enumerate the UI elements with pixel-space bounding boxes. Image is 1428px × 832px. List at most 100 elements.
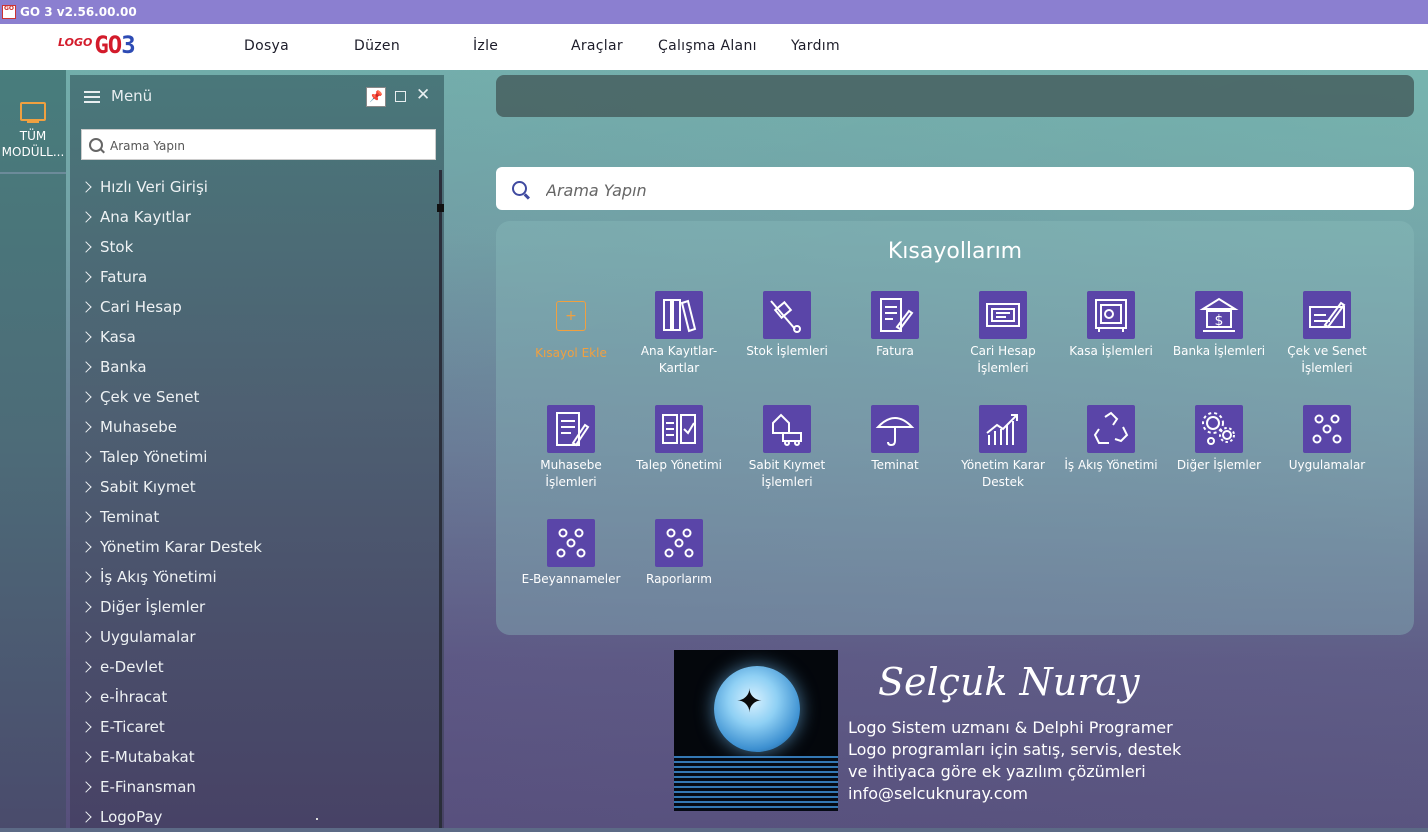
side-menu-header: Menü 📌 ✕	[84, 85, 434, 109]
pin-icon[interactable]: 📌	[366, 87, 386, 107]
chevron-right-icon	[80, 721, 92, 733]
side-menu-item[interactable]: Teminat	[80, 502, 435, 532]
growth-chart-icon	[979, 405, 1027, 453]
side-menu-item[interactable]: Muhasebe	[80, 412, 435, 442]
moon-emblem-image: ✦	[674, 650, 838, 811]
shortcut-stok[interactable]: Stok İşlemleri	[733, 291, 841, 360]
close-icon[interactable]: ✕	[416, 85, 430, 105]
plus-icon: +	[556, 301, 586, 331]
maximize-icon[interactable]	[395, 91, 406, 102]
chevron-right-icon	[80, 241, 92, 253]
chevron-right-icon	[80, 421, 92, 433]
chevron-right-icon	[80, 691, 92, 703]
shortcut-e-beyannameler[interactable]: E-Beyannameler	[517, 519, 625, 588]
chevron-right-icon	[80, 511, 92, 523]
author-line-1: Logo Sistem uzmanı & Delphi Programer	[848, 718, 1173, 737]
shortcut-ana-kayitlar[interactable]: Ana Kayıtlar-Kartlar	[625, 291, 733, 377]
chevron-right-icon	[80, 361, 92, 373]
search-icon	[512, 181, 527, 196]
svg-text:$: $	[1215, 313, 1224, 329]
chevron-right-icon	[80, 781, 92, 793]
side-menu-item[interactable]: Cari Hesap	[80, 292, 435, 322]
side-menu-item[interactable]: Ana Kayıtlar	[80, 202, 435, 232]
chevron-right-icon	[80, 331, 92, 343]
shortcut-talep[interactable]: Talep Yönetimi	[625, 405, 733, 474]
shortcuts-title: Kısayollarım	[887, 239, 1023, 264]
side-menu-list: Hızlı Veri Girişi Ana Kayıtlar Stok Fatu…	[80, 172, 435, 832]
side-menu-item[interactable]: Diğer İşlemler	[80, 592, 435, 622]
side-menu-item[interactable]: e-Devlet	[80, 652, 435, 682]
menu-dosya[interactable]: Dosya	[244, 38, 289, 54]
shortcut-fatura[interactable]: Fatura	[841, 291, 949, 360]
shortcut-is-akis[interactable]: İş Akış Yönetimi	[1057, 405, 1165, 474]
side-menu-item[interactable]: Talep Yönetimi	[80, 442, 435, 472]
add-shortcut-button[interactable]: + Kısayol Ekle	[517, 291, 625, 362]
side-menu-item[interactable]: E-Mutabakat	[80, 742, 435, 772]
menu-bar: LOGO GO3 Dosya Düzen İzle Araçlar Çalışm…	[0, 24, 1428, 71]
hamburger-icon[interactable]	[84, 91, 100, 103]
chevron-right-icon	[80, 451, 92, 463]
side-menu-item[interactable]: E-Ticaret	[80, 712, 435, 742]
shortcuts-panel: Kısayollarım + Kısayol Ekle Ana Kayıtlar…	[496, 221, 1414, 635]
search-icon	[89, 138, 103, 152]
window-title: GO 3 v2.56.00.00	[20, 5, 137, 19]
shortcut-teminat[interactable]: Teminat	[841, 405, 949, 474]
side-menu-search[interactable]	[81, 129, 436, 160]
side-menu-item[interactable]: Hızlı Veri Girişi	[80, 172, 435, 202]
shortcut-kasa[interactable]: Kasa İşlemleri	[1057, 291, 1165, 360]
shortcut-diger[interactable]: Diğer İşlemler	[1165, 405, 1273, 474]
shortcut-banka[interactable]: $ Banka İşlemleri	[1165, 291, 1273, 360]
menu-yardim[interactable]: Yardım	[791, 38, 840, 54]
side-menu-item[interactable]: E-Finansman	[80, 772, 435, 802]
binders-icon	[655, 291, 703, 339]
side-menu-item[interactable]: Banka	[80, 352, 435, 382]
side-menu-item[interactable]: Uygulamalar	[80, 622, 435, 652]
side-menu-item[interactable]: Kasa	[80, 322, 435, 352]
id-card-icon	[979, 291, 1027, 339]
dots-icon	[1303, 405, 1351, 453]
author-name: Selçuk Nuray	[878, 660, 1140, 704]
main-search[interactable]	[496, 167, 1414, 210]
main-search-input[interactable]	[544, 177, 1388, 203]
menu-izle[interactable]: İzle	[473, 38, 498, 54]
side-menu-search-input[interactable]	[108, 135, 432, 157]
shortcut-sabit-kiymet[interactable]: Sabit Kıymet İşlemleri	[733, 405, 841, 491]
author-email[interactable]: info@selcuknuray.com	[848, 784, 1028, 803]
menu-duzen[interactable]: Düzen	[354, 38, 400, 54]
chevron-right-icon	[80, 181, 92, 193]
side-menu-item[interactable]: Yönetim Karar Destek	[80, 532, 435, 562]
side-menu-panel: Menü 📌 ✕ Hızlı Veri Girişi Ana Kayıtlar …	[70, 75, 444, 828]
scroll-thumb[interactable]	[437, 204, 444, 212]
bank-icon: $	[1195, 291, 1243, 339]
side-menu-item[interactable]: Sabit Kıymet	[80, 472, 435, 502]
shortcut-raporlarim[interactable]: Raporlarım	[625, 519, 733, 588]
logo-go3: LOGO GO3	[58, 31, 136, 59]
menu-araclar[interactable]: Araçlar	[571, 38, 623, 54]
ledger-icon	[547, 405, 595, 453]
side-menu-scrollbar[interactable]	[437, 170, 444, 828]
side-menu-item[interactable]: Fatura	[80, 262, 435, 292]
monitor-icon	[20, 102, 46, 123]
menu-calisma-alani[interactable]: Çalışma Alanı	[658, 38, 757, 54]
top-banner	[496, 75, 1414, 117]
invoice-pen-icon	[871, 291, 919, 339]
dots-icon	[655, 519, 703, 567]
side-menu-title: Menü	[111, 87, 153, 105]
asset-truck-icon	[763, 405, 811, 453]
all-modules-button[interactable]: TÜM MODÜLL...	[0, 70, 66, 174]
side-menu-item[interactable]: İş Akış Yönetimi	[80, 562, 435, 592]
eagle-emblem-icon: ✦	[736, 682, 763, 720]
side-menu-item[interactable]: Çek ve Senet	[80, 382, 435, 412]
chevron-right-icon	[80, 391, 92, 403]
shortcut-uygulamalar[interactable]: Uygulamalar	[1273, 405, 1381, 474]
shortcut-cek-senet[interactable]: Çek ve Senet İşlemleri	[1273, 291, 1381, 377]
shortcut-yonetim-karar[interactable]: Yönetim Karar Destek	[949, 405, 1057, 491]
chevron-right-icon	[80, 751, 92, 763]
shortcut-muhasebe[interactable]: Muhasebe İşlemleri	[517, 405, 625, 491]
side-menu-item[interactable]: Stok	[80, 232, 435, 262]
author-line-2: Logo programları için satış, servis, des…	[848, 740, 1182, 759]
checklist-icon	[655, 405, 703, 453]
shortcut-cari-hesap[interactable]: Cari Hesap İşlemleri	[949, 291, 1057, 377]
chevron-right-icon	[80, 631, 92, 643]
side-menu-item[interactable]: e-İhracat	[80, 682, 435, 712]
